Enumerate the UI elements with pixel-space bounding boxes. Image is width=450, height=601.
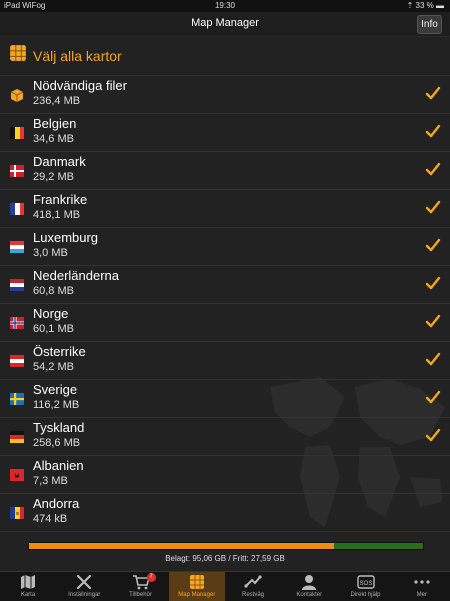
map-row[interactable]: Albanien 7,3 MB — [0, 455, 450, 494]
map-row[interactable]: Andorra 474 kB — [0, 493, 450, 532]
status-time: 19:30 — [214, 1, 236, 10]
tab-tools[interactable]: Inställningar — [56, 572, 112, 601]
map-size: 60,8 MB — [33, 285, 74, 297]
checkmark-icon[interactable] — [425, 161, 441, 177]
map-name: Albanien — [33, 458, 84, 473]
flag-lu-icon — [9, 239, 25, 255]
tab-map[interactable]: Karta — [0, 572, 56, 601]
map-size: 258,6 MB — [33, 437, 81, 449]
tab-contact[interactable]: Kontakter — [281, 572, 337, 601]
map-size: 236,4 MB — [33, 95, 81, 107]
flag-be-icon — [9, 125, 25, 141]
status-bar: iPad WiFog 19:30 ⇡ 33 % ▬ — [0, 0, 450, 12]
storage-used-fill — [29, 543, 335, 549]
map-size: 474 kB — [33, 513, 68, 525]
map-row[interactable]: Österrike 54,2 MB — [0, 341, 450, 380]
checkmark-icon[interactable] — [425, 351, 441, 367]
checkmark-icon[interactable] — [425, 389, 441, 405]
map-name: Norge — [33, 306, 69, 321]
flag-no-icon — [9, 315, 25, 331]
map-size: 29,2 MB — [33, 171, 74, 183]
tab-map-manager[interactable]: Map Manager — [168, 572, 225, 601]
storage-label: Belagt: 95,06 GB / Fritt: 27,59 GB — [165, 554, 285, 563]
map-name: Nederländerna — [33, 268, 120, 283]
map-size: 60,1 MB — [33, 323, 74, 335]
info-button[interactable]: Info — [417, 15, 442, 34]
checkmark-icon[interactable] — [425, 427, 441, 443]
map-row[interactable]: Frankrike 418,1 MB — [0, 189, 450, 228]
map-size: 54,2 MB — [33, 361, 74, 373]
map-name: Frankrike — [33, 192, 88, 207]
checkmark-icon[interactable] — [425, 313, 441, 329]
map-name: Luxemburg — [33, 230, 99, 245]
tab-label: Restväg — [241, 592, 264, 598]
page-title: Map Manager — [191, 17, 259, 29]
checkmark-icon[interactable] — [425, 275, 441, 291]
tab-label: Map Manager — [178, 592, 216, 598]
map-row[interactable]: Nederländerna 60,8 MB — [0, 265, 450, 304]
flag-dk-icon — [9, 163, 25, 179]
checkmark-icon[interactable] — [425, 85, 441, 101]
map-name: Andorra — [33, 496, 80, 511]
notification-badge: 7 — [146, 573, 156, 582]
map-name: Nödvändiga filer — [33, 78, 127, 93]
tab-label: Inställningar — [68, 592, 101, 598]
map-size: 3,0 MB — [33, 247, 68, 259]
tab-label: Mer — [416, 592, 427, 598]
tab-label: Tillbehör — [129, 592, 152, 598]
flag-al-icon — [9, 467, 25, 483]
select-all-label: Välj alla kartor — [33, 48, 122, 64]
navigation-bar: Map Manager Info — [0, 12, 450, 37]
svg-text:SOS: SOS — [359, 581, 372, 587]
checkmark-icon[interactable] — [425, 199, 441, 215]
flag-ad-icon — [9, 505, 25, 521]
tab-bar: Karta Inställningar Tillbehör 7 Map Manager R… — [0, 571, 450, 601]
flag-fr-icon — [9, 201, 25, 217]
tab-route[interactable]: Restväg — [225, 572, 281, 601]
tab-more[interactable]: Mer — [394, 572, 450, 601]
map-name: Danmark — [33, 154, 86, 169]
map-size: 7,3 MB — [33, 475, 68, 487]
map-list-panel: Välj alla kartor Nödvändiga filer 236,4 M… — [0, 37, 450, 571]
tab-label: Kontakter — [296, 592, 323, 598]
map-row[interactable]: Danmark 29,2 MB — [0, 151, 450, 190]
map-size: 418,1 MB — [33, 209, 81, 221]
map-row[interactable]: Belgien 34,6 MB — [0, 113, 450, 152]
tab-cart[interactable]: Tillbehör 7 — [113, 572, 169, 601]
map-row[interactable]: Nödvändiga filer 236,4 MB — [0, 75, 450, 114]
map-name: Belgien — [33, 116, 77, 131]
flag-se-icon — [9, 391, 25, 407]
map-row[interactable]: Norge 60,1 MB — [0, 303, 450, 342]
map-name: Österrike — [33, 344, 86, 359]
map-name: Tyskland — [33, 420, 85, 435]
map-size: 34,6 MB — [33, 133, 74, 145]
select-all-maps-icon — [10, 45, 26, 61]
storage-progress-bar — [28, 542, 424, 550]
tab-sos[interactable]: SOS Direkt hjälp — [338, 572, 394, 601]
select-all-row[interactable]: Välj alla kartor — [0, 37, 450, 76]
flag-de-icon — [9, 429, 25, 445]
map-row[interactable]: Sverige 116,2 MB — [0, 379, 450, 418]
package-icon — [9, 87, 25, 103]
checkmark-icon[interactable] — [425, 237, 441, 253]
tab-label: Karta — [20, 592, 36, 598]
map-name: Sverige — [33, 382, 78, 397]
tab-label: Direkt hjälp — [350, 592, 381, 598]
checkmark-icon[interactable] — [425, 123, 441, 139]
flag-nl-icon — [9, 277, 25, 293]
map-row[interactable]: Tyskland 258,6 MB — [0, 417, 450, 456]
map-size: 116,2 MB — [33, 399, 80, 411]
flag-at-icon — [9, 353, 25, 369]
map-row[interactable]: Luxemburg 3,0 MB — [0, 227, 450, 266]
status-battery: ⇡ 33 % ▬ — [406, 1, 444, 10]
